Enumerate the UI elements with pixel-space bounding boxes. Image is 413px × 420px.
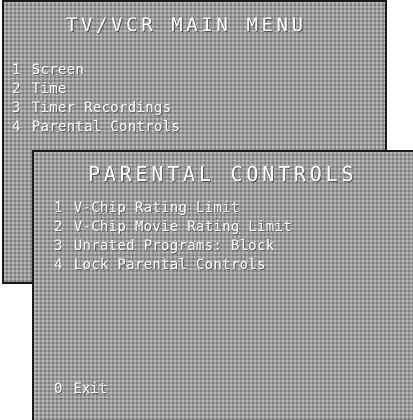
parental-controls-panel: PARENTAL CONTROLS 1 V-Chip Rating Limit … xyxy=(32,150,413,420)
menu-item-label: Screen xyxy=(31,62,85,78)
parental-item-unrated-programs[interactable]: 3 Unrated Programs: Block xyxy=(54,237,292,256)
menu-item-number: 3 xyxy=(54,238,63,254)
menu-item-number: 4 xyxy=(12,119,21,135)
menu-item-label: Lock Parental Controls xyxy=(73,257,266,273)
menu-item-label: V-Chip Movie Rating Limit xyxy=(73,219,292,235)
main-menu-item-time[interactable]: 2 Time xyxy=(12,80,180,99)
parental-item-vchip-rating-limit[interactable]: 1 V-Chip Rating Limit xyxy=(54,199,292,218)
menu-item-number: 1 xyxy=(12,62,21,78)
menu-item-label: Exit xyxy=(73,381,108,397)
menu-item-number: 0 xyxy=(54,381,63,397)
main-menu-title: TV/VCR MAIN MENU xyxy=(66,14,307,36)
menu-item-label: V-Chip Rating Limit xyxy=(73,200,240,216)
main-menu-item-parental-controls[interactable]: 4 Parental Controls xyxy=(12,118,180,137)
menu-item-number: 3 xyxy=(12,100,21,116)
menu-item-number: 2 xyxy=(12,81,21,97)
menu-item-label: Time xyxy=(31,81,67,97)
parental-item-lock-parental-controls[interactable]: 4 Lock Parental Controls xyxy=(54,256,292,275)
main-menu-item-timer-recordings[interactable]: 3 Timer Recordings xyxy=(12,99,180,118)
menu-item-label: Parental Controls xyxy=(31,119,181,135)
exit-menu-item[interactable]: 0 Exit xyxy=(54,380,107,399)
main-menu-item-screen[interactable]: 1 Screen xyxy=(12,61,180,80)
menu-item-label: Timer Recordings xyxy=(31,100,172,116)
menu-item-number: 1 xyxy=(54,200,63,216)
parental-controls-list: 1 V-Chip Rating Limit 2 V-Chip Movie Rat… xyxy=(54,199,292,275)
main-menu-list: 1 Screen 2 Time 3 Timer Recordings 4 Par… xyxy=(12,61,180,137)
parental-item-vchip-movie-rating-limit[interactable]: 2 V-Chip Movie Rating Limit xyxy=(54,218,292,237)
menu-item-number: 2 xyxy=(54,219,63,235)
parental-controls-title: PARENTAL CONTROLS xyxy=(88,162,358,186)
menu-item-number: 4 xyxy=(54,257,63,273)
menu-item-label: Unrated Programs: Block xyxy=(73,238,275,254)
